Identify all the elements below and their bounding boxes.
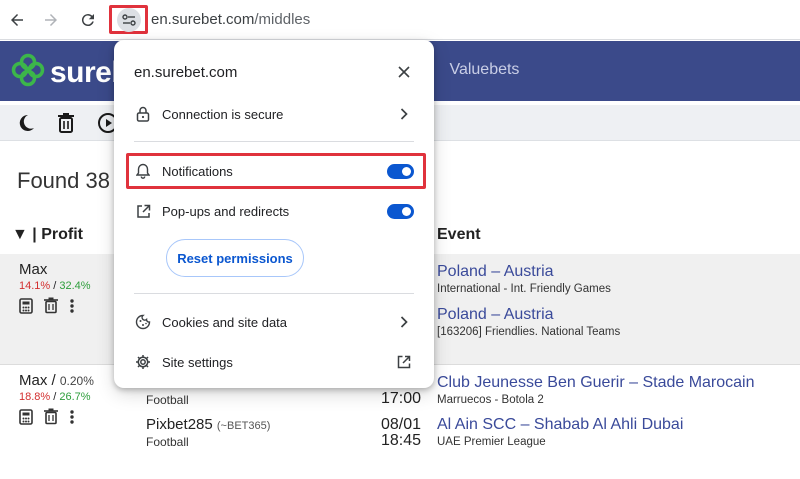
bet-sport: Football bbox=[146, 393, 189, 407]
row-actions bbox=[19, 408, 75, 425]
connection-row[interactable]: Connection is secure bbox=[114, 97, 434, 131]
calculator-icon[interactable] bbox=[19, 297, 33, 314]
site-info-icon bbox=[116, 7, 141, 32]
event-link[interactable]: Al Ain SCC – Shabab Al Ahli Dubai bbox=[437, 416, 683, 434]
row-actions bbox=[19, 297, 75, 314]
column-header-event: Event bbox=[437, 226, 481, 243]
connection-label: Connection is secure bbox=[162, 106, 284, 122]
event-link[interactable]: Poland – Austria bbox=[437, 306, 554, 324]
url-path: /middles bbox=[254, 11, 311, 28]
notifications-toggle[interactable] bbox=[387, 163, 414, 179]
event-league: International - Int. Friendly Games bbox=[437, 283, 611, 295]
browser-toolbar: en.surebet.com/middles bbox=[0, 0, 800, 40]
divider bbox=[134, 141, 414, 142]
lock-icon bbox=[134, 105, 152, 123]
notifications-label: Notifications bbox=[162, 163, 233, 179]
reload-icon[interactable] bbox=[76, 8, 100, 32]
cookies-label: Cookies and site data bbox=[162, 314, 288, 330]
notifications-row[interactable]: Notifications bbox=[114, 154, 434, 188]
popups-toggle[interactable] bbox=[387, 203, 414, 219]
bell-icon bbox=[134, 162, 152, 180]
event-league: [163206] Friendlies. National Teams bbox=[437, 326, 621, 338]
bet-time: 18:45 bbox=[381, 432, 422, 449]
bookmaker-name[interactable]: Pixbet285 (~BET365) bbox=[146, 416, 270, 433]
site-settings-label: Site settings bbox=[162, 354, 233, 370]
site-info-button[interactable] bbox=[109, 5, 148, 34]
cookies-row[interactable]: Cookies and site data bbox=[114, 305, 434, 339]
forward-arrow-icon[interactable] bbox=[39, 8, 63, 32]
popups-label: Pop-ups and redirects bbox=[162, 203, 290, 219]
trash-icon[interactable] bbox=[43, 408, 59, 425]
bet-time: 17:00 bbox=[381, 390, 422, 407]
row-profit-name: Max / 0.20% bbox=[19, 372, 94, 389]
more-vert-icon[interactable] bbox=[69, 409, 75, 425]
nav-item-valuebets[interactable]: Valuebets bbox=[449, 61, 519, 78]
clover-logo-icon bbox=[10, 52, 46, 93]
gear-icon bbox=[134, 353, 152, 371]
moon-icon[interactable] bbox=[14, 111, 38, 135]
site-settings-row[interactable]: Site settings bbox=[114, 345, 434, 379]
chevron-right-icon bbox=[396, 106, 412, 122]
cookie-icon bbox=[134, 313, 152, 331]
event-link[interactable]: Poland – Austria bbox=[437, 263, 554, 281]
trash-icon[interactable] bbox=[43, 297, 59, 314]
event-league: Marruecos - Botola 2 bbox=[437, 394, 544, 406]
url-host: en.surebet.com bbox=[151, 11, 255, 28]
column-header-profit[interactable]: ▼ | Profit bbox=[12, 226, 83, 244]
event-link[interactable]: Club Jeunesse Ben Guerir – Stade Marocai… bbox=[437, 374, 755, 392]
popup-open-icon bbox=[134, 202, 152, 220]
back-arrow-icon[interactable] bbox=[5, 8, 29, 32]
site-logo[interactable]: sureb bbox=[10, 52, 130, 93]
external-link-icon bbox=[396, 354, 412, 370]
site-info-popup: en.surebet.com Connection is secure Noti… bbox=[114, 40, 434, 388]
more-vert-icon[interactable] bbox=[69, 298, 75, 314]
chevron-right-icon bbox=[396, 314, 412, 330]
address-bar[interactable]: en.surebet.com/middles bbox=[151, 11, 310, 28]
event-league: UAE Premier League bbox=[437, 436, 546, 448]
results-count: Found 38 bbox=[17, 168, 110, 193]
calculator-icon[interactable] bbox=[19, 408, 33, 425]
trash-icon[interactable] bbox=[54, 111, 78, 135]
popups-row[interactable]: Pop-ups and redirects bbox=[114, 194, 434, 228]
close-icon[interactable] bbox=[394, 62, 414, 82]
row-percentages: 18.8% / 26.7% bbox=[19, 391, 91, 403]
bet-sport: Football bbox=[146, 435, 189, 449]
row-profit-name: Max bbox=[19, 261, 48, 278]
divider bbox=[134, 293, 414, 294]
main-nav: s Valuebets bbox=[425, 61, 531, 79]
popup-title: en.surebet.com bbox=[134, 64, 238, 81]
reset-permissions-button[interactable]: Reset permissions bbox=[166, 239, 304, 277]
row-percentages: 14.1% / 32.4% bbox=[19, 280, 91, 292]
